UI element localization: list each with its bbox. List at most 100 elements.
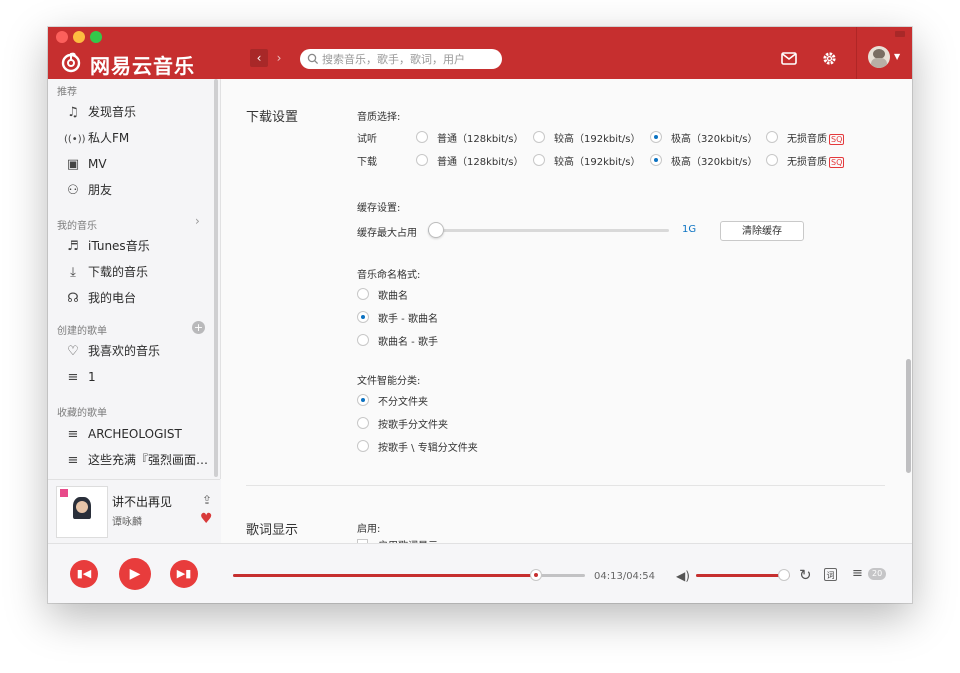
skip-next-icon: ▶▮: [176, 567, 192, 580]
sidebar-item-fm[interactable]: ((•)) 私人FM: [64, 128, 129, 148]
playback-time: 04:13/04:54: [594, 571, 656, 582]
download-quality-192-radio[interactable]: [533, 154, 545, 166]
naming-option-label-2[interactable]: 歌曲名 - 歌手: [378, 333, 438, 348]
playlist-icon: ≡: [67, 427, 79, 442]
preview-quality-128-radio[interactable]: [416, 131, 428, 143]
sidebar-item-discover[interactable]: ♫ 发现音乐: [64, 102, 136, 122]
playlist-icon[interactable]: ≡: [852, 566, 863, 581]
sidebar-item-friends[interactable]: ⚇ 朋友: [64, 180, 112, 200]
volume-slider[interactable]: [696, 569, 790, 581]
previous-track-button[interactable]: ▮◀: [70, 560, 98, 588]
volume-icon[interactable]: ◀): [676, 569, 690, 583]
repeat-icon[interactable]: ↻: [799, 566, 812, 584]
naming-option-label-1[interactable]: 歌手 - 歌曲名: [378, 310, 438, 325]
folder-option-label-0[interactable]: 不分文件夹: [378, 393, 428, 408]
download-quality-128-label[interactable]: 普通（128kbit/s）: [437, 153, 524, 168]
sidebar-item-archeologist[interactable]: ≡ ARCHEOLOGIST: [64, 424, 182, 444]
preview-quality-128-label[interactable]: 普通（128kbit/s）: [437, 130, 524, 145]
sidebar-item-downloads[interactable]: ⤓ 下载的音乐: [64, 262, 148, 282]
preview-label: 试听: [357, 134, 377, 145]
naming-option-label-0[interactable]: 歌曲名: [378, 287, 408, 302]
sidebar-item-collected-2[interactable]: ≡ 这些充满『强烈画面…: [64, 450, 208, 470]
sidebar: 推荐 ♫ 发现音乐 ((•)) 私人FM ▣ MV ⚇ 朋友 我的音乐 › ♬ iTune…: [48, 79, 221, 479]
folder-option-radio-1[interactable]: [357, 417, 369, 429]
now-playing-card: 讲不出再见 谭咏麟 ⇪ ♥: [48, 479, 220, 544]
download-icon: ⤓: [70, 265, 76, 280]
sidebar-section-recommend: 推荐: [57, 87, 77, 98]
cache-settings-label: 缓存设置:: [357, 203, 401, 214]
now-playing-artist[interactable]: 谭咏麟: [112, 513, 142, 528]
liked-heart-icon[interactable]: ♥: [200, 511, 213, 527]
title-bar: 网易云音乐 ‹ › 搜索音乐，歌手，歌词，用户 ▼: [48, 27, 912, 79]
caret-down-icon[interactable]: ▼: [894, 52, 900, 61]
playlist-icon: ≡: [67, 370, 79, 385]
minimize-window-button[interactable]: [73, 31, 85, 43]
preview-quality-320-label[interactable]: 极高（320kbit/s）: [671, 130, 758, 145]
lyrics-enable-label: 启用:: [357, 524, 381, 535]
lyrics-toggle-button[interactable]: 词: [824, 568, 837, 581]
sidebar-section-created: 创建的歌单: [57, 326, 107, 337]
download-quality-320-radio[interactable]: [650, 154, 662, 166]
settings-gear-icon[interactable]: [822, 51, 837, 66]
search-placeholder: 搜索音乐，歌手，歌词，用户: [322, 53, 465, 66]
sq-badge: SQ: [829, 157, 845, 168]
preview-quality-320-radio[interactable]: [650, 131, 662, 143]
folder-option-label-1[interactable]: 按歌手分文件夹: [378, 416, 448, 431]
section-divider: [246, 485, 885, 486]
player-bar: ▮◀ ▶ ▶▮ 04:13/04:54 ◀) ↻ 词 ≡ 20: [48, 543, 912, 603]
mail-icon[interactable]: [781, 52, 797, 65]
back-button[interactable]: ‹: [250, 49, 268, 67]
folder-option-radio-2[interactable]: [357, 440, 369, 452]
download-quality-320-label[interactable]: 极高（320kbit/s）: [671, 153, 758, 168]
share-icon[interactable]: ⇪: [202, 493, 212, 507]
download-label: 下载: [357, 157, 377, 168]
naming-option-radio-0[interactable]: [357, 288, 369, 300]
sq-badge: SQ: [829, 134, 845, 145]
lyrics-settings-title: 歌词显示: [246, 523, 299, 538]
search-input[interactable]: 搜索音乐，歌手，歌词，用户: [300, 49, 502, 69]
content-scrollbar[interactable]: [906, 359, 911, 473]
sidebar-section-mymusic: 我的音乐: [57, 221, 97, 232]
sidebar-item-itunes[interactable]: ♬ iTunes音乐: [64, 236, 150, 256]
sidebar-scrollbar[interactable]: [214, 79, 218, 477]
forward-button[interactable]: ›: [270, 49, 288, 67]
chevron-right-icon[interactable]: ›: [195, 214, 200, 228]
now-playing-title[interactable]: 讲不出再见: [112, 493, 172, 510]
folder-option-label-2[interactable]: 按歌手 \ 专辑分文件夹: [378, 439, 478, 454]
volume-fill: [696, 574, 790, 577]
download-quality-lossless-radio[interactable]: [766, 154, 778, 166]
folder-option-radio-0[interactable]: [357, 394, 369, 406]
album-cover[interactable]: [56, 486, 108, 538]
cache-size-slider[interactable]: [428, 222, 669, 238]
mini-mode-button[interactable]: [895, 31, 905, 37]
zoom-window-button[interactable]: [90, 31, 102, 43]
preview-quality-192-label[interactable]: 较高（192kbit/s）: [554, 130, 641, 145]
friends-icon: ⚇: [67, 183, 79, 198]
next-track-button[interactable]: ▶▮: [170, 560, 198, 588]
progress-knob[interactable]: [530, 569, 542, 581]
preview-quality-lossless-label[interactable]: 无损音质 SQ: [787, 130, 845, 145]
naming-option-radio-1[interactable]: [357, 311, 369, 323]
settings-panel: 下载设置 音质选择: 试听 普通（128kbit/s） 较高（192kbit/s…: [221, 79, 912, 550]
playback-progress-bar[interactable]: [233, 569, 585, 581]
preview-quality-lossless-radio[interactable]: [766, 131, 778, 143]
user-avatar[interactable]: [868, 46, 890, 68]
podcast-icon: ☊: [67, 291, 79, 306]
sidebar-item-liked[interactable]: ♡ 我喜欢的音乐: [64, 341, 160, 361]
add-playlist-button[interactable]: +: [192, 321, 205, 334]
sidebar-item-playlist-1[interactable]: ≡ 1: [64, 367, 96, 387]
download-quality-128-radio[interactable]: [416, 154, 428, 166]
naming-format-label: 音乐命名格式:: [357, 270, 421, 281]
sidebar-item-mv[interactable]: ▣ MV: [64, 154, 107, 174]
sidebar-item-radio[interactable]: ☊ 我的电台: [64, 288, 136, 308]
play-button[interactable]: ▶: [119, 558, 151, 590]
cache-slider-knob[interactable]: [428, 222, 444, 238]
download-quality-lossless-label[interactable]: 无损音质 SQ: [787, 153, 845, 168]
naming-option-radio-2[interactable]: [357, 334, 369, 346]
preview-quality-192-radio[interactable]: [533, 131, 545, 143]
download-quality-192-label[interactable]: 较高（192kbit/s）: [554, 153, 641, 168]
close-window-button[interactable]: [56, 31, 68, 43]
volume-knob[interactable]: [778, 569, 790, 581]
playlist-count-badge[interactable]: 20: [868, 568, 887, 580]
clear-cache-button[interactable]: 清除缓存: [720, 221, 804, 241]
